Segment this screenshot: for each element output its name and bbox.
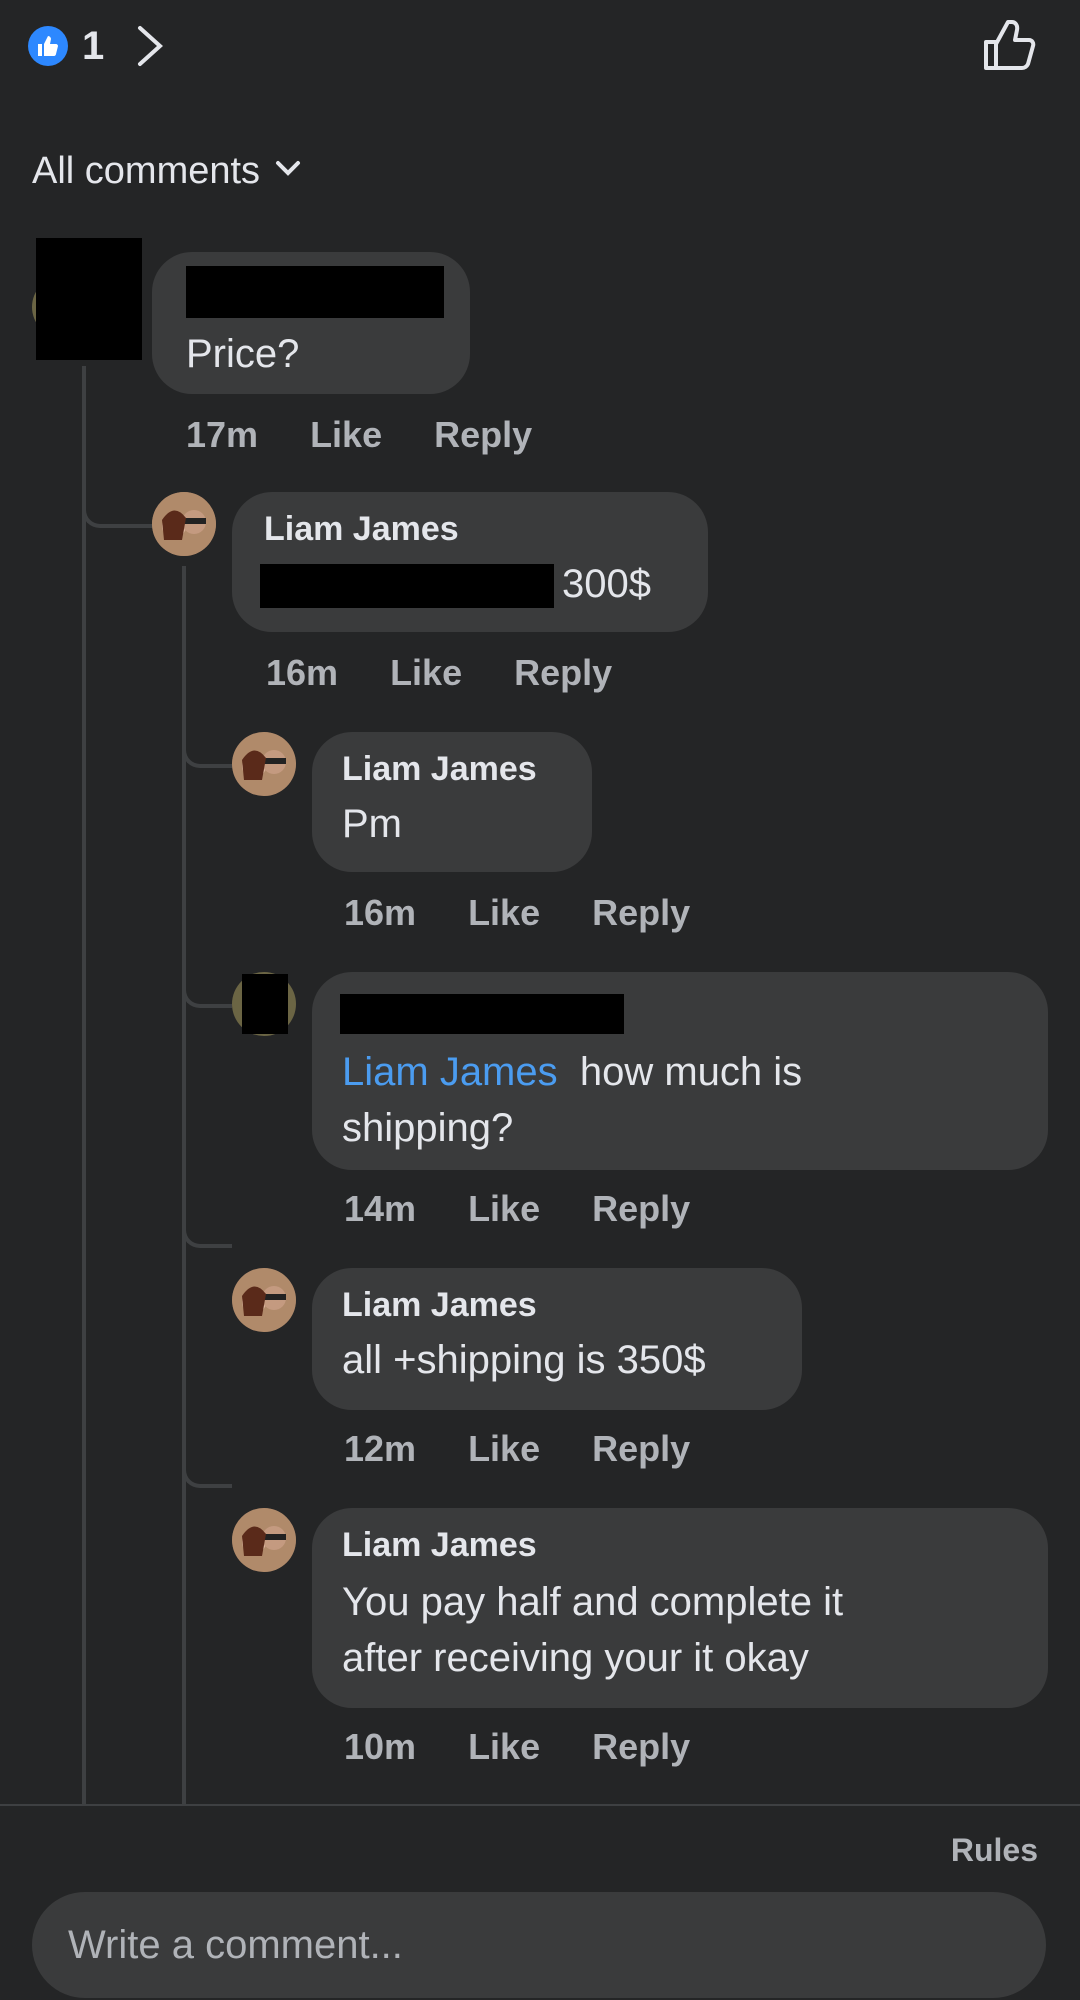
comment-sort-dropdown[interactable]: All comments [32, 150, 302, 193]
redacted-author-name [186, 266, 444, 318]
comment-actions: 17m Like Reply [186, 414, 584, 456]
chevron-down-icon [274, 159, 302, 184]
thread-connector [182, 734, 232, 768]
reply-button[interactable]: Reply [592, 1428, 690, 1470]
comment-time: 12m [344, 1428, 417, 1469]
like-post-icon[interactable] [982, 18, 1036, 77]
avatar-liam-james[interactable] [152, 492, 216, 556]
like-button[interactable]: Like [468, 1188, 540, 1230]
comment-author[interactable]: Liam James [264, 510, 459, 549]
comment-time: 14m [344, 1188, 417, 1229]
thread-connector [182, 1214, 232, 1248]
comment-time: 17m [186, 414, 259, 455]
comment-bubble[interactable]: Liam James Pm [312, 732, 592, 872]
comment-actions: 16m Like Reply [344, 892, 742, 934]
comment-time: 10m [344, 1726, 417, 1767]
avatar-liam-james[interactable] [232, 1268, 296, 1332]
thread-connector [82, 494, 152, 528]
divider [0, 1804, 1080, 1806]
redacted-text [260, 564, 554, 608]
comment-author[interactable]: Liam James [342, 1286, 537, 1325]
redacted-avatar [242, 974, 288, 1034]
comment-actions: 14m Like Reply [344, 1188, 742, 1230]
comment-bubble[interactable]: Liam James all +shipping is 350$ [312, 1268, 802, 1410]
thread-connector [182, 1454, 232, 1488]
sort-label: All comments [32, 150, 261, 192]
comment-input[interactable] [66, 1921, 952, 1969]
avatar-liam-james[interactable] [232, 732, 296, 796]
like-count[interactable]: 1 [82, 22, 104, 70]
comment-actions: 16m Like Reply [266, 652, 664, 694]
chevron-right-icon[interactable] [134, 24, 164, 73]
like-button[interactable]: Like [390, 652, 462, 694]
thread-connector [182, 974, 232, 1008]
thread-line [82, 366, 86, 1804]
comment-text: Liam James how much is shipping? [342, 1050, 803, 1150]
comment-bubble[interactable]: Price? [152, 252, 470, 394]
comment-time: 16m [266, 652, 339, 693]
comment-text: Price? [186, 332, 300, 376]
comment-time: 16m [344, 892, 417, 933]
reply-button[interactable]: Reply [592, 892, 690, 934]
comment-actions: 12m Like Reply [344, 1428, 742, 1470]
comment-text: You pay half and complete it after recei… [342, 1580, 844, 1680]
comment-actions: 10m Like Reply [344, 1726, 742, 1768]
comment-text: all +shipping is 350$ [342, 1338, 706, 1382]
like-reaction-icon[interactable] [28, 26, 68, 66]
comment-author[interactable]: Liam James [342, 1526, 537, 1565]
like-button[interactable]: Like [468, 1428, 540, 1470]
like-button[interactable]: Like [468, 1726, 540, 1768]
comment-text: Pm [342, 802, 402, 846]
comment-bubble[interactable]: Liam James You pay half and complete it … [312, 1508, 1048, 1708]
comment-text: 300$ [562, 562, 651, 606]
comment-bubble[interactable]: Liam James how much is shipping? [312, 972, 1048, 1170]
redacted-avatar [36, 238, 142, 360]
comment-author[interactable]: Liam James [342, 750, 537, 789]
rules-link[interactable]: Rules [951, 1832, 1038, 1869]
reply-button[interactable]: Reply [434, 414, 532, 456]
avatar-liam-james[interactable] [232, 1508, 296, 1572]
reply-button[interactable]: Reply [514, 652, 612, 694]
comment-composer[interactable] [32, 1892, 1046, 1998]
like-button[interactable]: Like [310, 414, 382, 456]
reply-button[interactable]: Reply [592, 1726, 690, 1768]
redacted-author-name [340, 994, 624, 1034]
mention-liam-james[interactable]: Liam James [342, 1050, 558, 1094]
reply-button[interactable]: Reply [592, 1188, 690, 1230]
like-button[interactable]: Like [468, 892, 540, 934]
comment-bubble[interactable]: Liam James 300$ [232, 492, 708, 632]
